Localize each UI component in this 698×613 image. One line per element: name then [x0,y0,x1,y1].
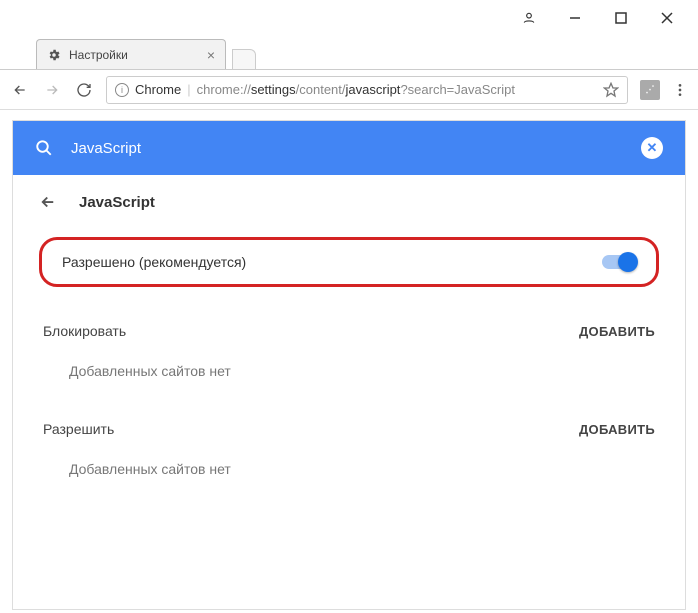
window-close-button[interactable] [644,0,690,36]
nav-back-button[interactable] [10,82,30,98]
site-info-icon[interactable]: i [115,83,129,97]
reload-button[interactable] [74,82,94,98]
section-allow-add-button[interactable]: ДОБАВИТЬ [579,422,655,437]
page-header: JavaScript [39,193,659,211]
section-block-empty: Добавленных сайтов нет [39,347,659,403]
pdf-extension-icon[interactable]: ⋰ [640,80,660,100]
section-allow-empty: Добавленных сайтов нет [39,445,659,501]
section-block-add-button[interactable]: ДОБАВИТЬ [579,324,655,339]
nav-forward-button [42,82,62,98]
section-allow: Разрешить ДОБАВИТЬ Добавленных сайтов не… [39,413,659,501]
section-block: Блокировать ДОБАВИТЬ Добавленных сайтов … [39,315,659,403]
clear-search-icon[interactable]: ✕ [641,137,663,159]
section-block-title: Блокировать [43,323,126,339]
section-allow-title: Разрешить [43,421,114,437]
browser-toolbar: i Chrome | chrome://settings/content/jav… [0,70,698,110]
tab-title: Настройки [69,48,128,62]
allowed-toggle-row[interactable]: Разрешено (рекомендуется) [39,237,659,287]
new-tab-button[interactable] [232,49,256,69]
maximize-button[interactable] [598,0,644,36]
back-arrow-icon[interactable] [39,193,57,211]
tab-strip: Настройки × [0,36,698,70]
tab-settings[interactable]: Настройки × [36,39,226,69]
allowed-toggle-switch[interactable] [602,255,636,269]
tab-close-icon[interactable]: × [207,47,215,63]
settings-search-bar: JavaScript ✕ [13,121,685,175]
account-icon[interactable] [506,0,552,36]
window-titlebar [0,0,698,36]
url-host: Chrome [135,82,181,97]
search-icon [35,139,53,157]
allowed-toggle-label: Разрешено (рекомендуется) [62,254,246,270]
url-text: chrome://settings/content/javascript?sea… [197,82,515,97]
address-bar[interactable]: i Chrome | chrome://settings/content/jav… [106,76,628,104]
gear-icon [47,48,61,62]
search-text[interactable]: JavaScript [71,140,141,157]
settings-page: JavaScript ✕ JavaScript Разрешено (реком… [12,120,686,610]
bookmark-star-icon[interactable] [603,82,619,98]
minimize-button[interactable] [552,0,598,36]
browser-menu-icon[interactable] [672,82,688,98]
page-title: JavaScript [79,194,155,211]
